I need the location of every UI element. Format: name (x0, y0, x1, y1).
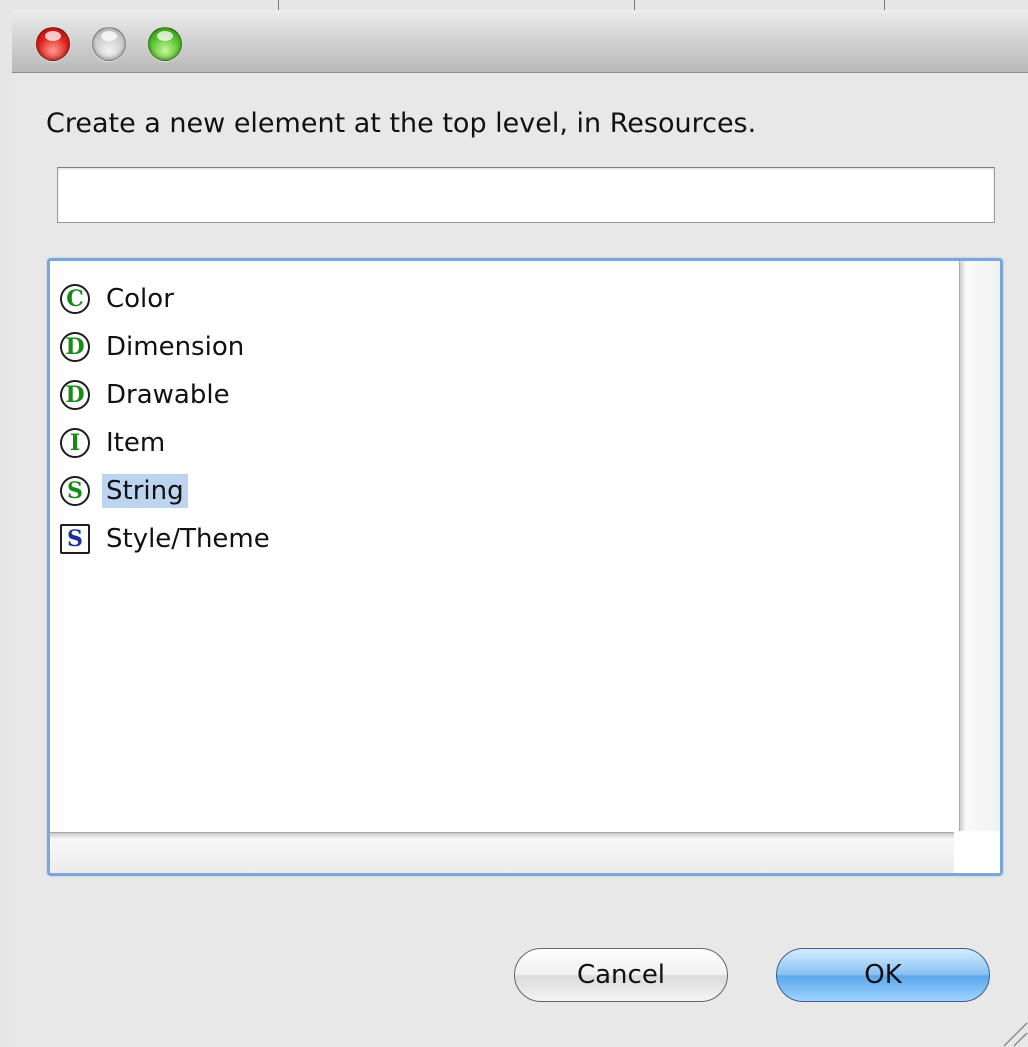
list-item-color[interactable]: C Color (60, 277, 178, 321)
list-item-dimension[interactable]: D Dimension (60, 325, 248, 369)
scroll-corner (960, 833, 1000, 873)
background-divider (278, 0, 279, 10)
string-icon: S (60, 476, 90, 506)
minimize-window-button[interactable] (92, 27, 126, 61)
resize-grip-icon[interactable] (994, 1013, 1028, 1047)
close-window-button[interactable] (36, 27, 70, 61)
item-icon: I (60, 428, 90, 458)
list-item-item[interactable]: I Item (60, 421, 169, 465)
drawable-icon: D (60, 380, 90, 410)
horizontal-scrollbar[interactable] (50, 832, 954, 873)
list-item-label: Color (106, 284, 174, 314)
list-item-style-theme[interactable]: S Style/Theme (60, 517, 274, 561)
element-type-list-items: C Color D Dimension D Drawable I Item S … (50, 261, 954, 831)
list-item-label: String (102, 474, 188, 508)
background-divider (884, 0, 885, 10)
list-item-label: Style/Theme (106, 524, 270, 554)
style-theme-icon: S (60, 524, 90, 554)
element-type-list[interactable]: C Color D Dimension D Drawable I Item S … (47, 258, 1003, 876)
dialog-prompt: Create a new element at the top level, i… (46, 108, 757, 139)
title-bar[interactable] (12, 10, 1028, 73)
list-item-label: Dimension (106, 332, 245, 362)
zoom-window-button[interactable] (148, 27, 182, 61)
new-element-dialog: Create a new element at the top level, i… (12, 10, 1028, 1047)
list-item-drawable[interactable]: D Drawable (60, 373, 234, 417)
vertical-scrollbar[interactable] (959, 261, 1000, 831)
list-item-string[interactable]: S String (60, 469, 188, 513)
list-item-label: Item (106, 428, 166, 458)
list-item-label: Drawable (106, 380, 230, 410)
filter-input[interactable] (57, 167, 995, 223)
cancel-button[interactable]: Cancel (514, 948, 728, 1002)
background-divider (634, 0, 635, 10)
color-icon: C (60, 284, 90, 314)
dimension-icon: D (60, 332, 90, 362)
ok-button[interactable]: OK (776, 948, 990, 1002)
